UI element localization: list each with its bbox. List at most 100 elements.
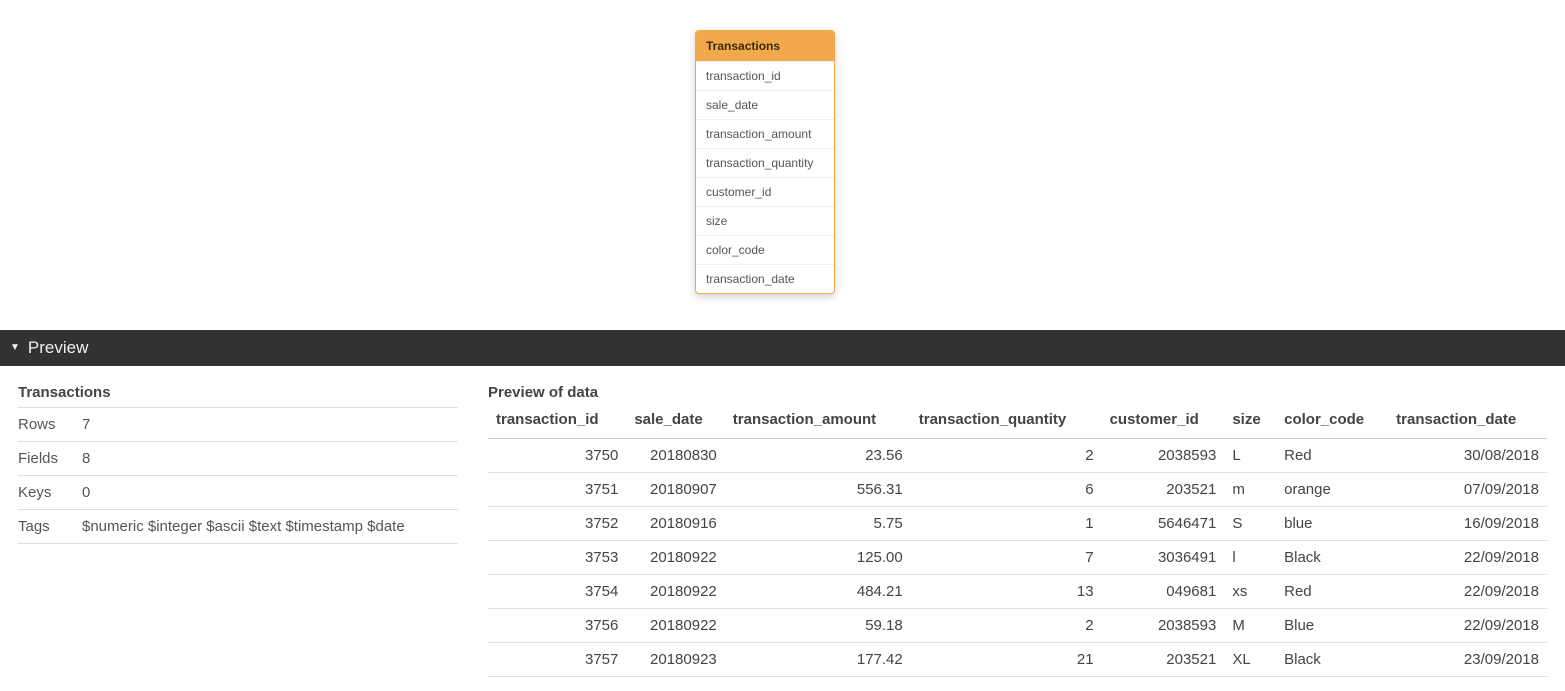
table-cell: 2038593 — [1102, 439, 1225, 473]
table-row[interactable]: 375420180922484.2113049681xsRed22/09/201… — [488, 575, 1547, 609]
table-row[interactable]: 375320180922125.0073036491lBlack22/09/20… — [488, 541, 1547, 575]
meta-row-tags: Tags $numeric $integer $ascii $text $tim… — [18, 509, 458, 544]
table-cell: Blue — [1276, 609, 1388, 643]
table-cell: 07/09/2018 — [1388, 473, 1547, 507]
column-header[interactable]: sale_date — [626, 405, 724, 439]
table-cell: 30/08/2018 — [1388, 439, 1547, 473]
meta-row-rows: Rows 7 — [18, 407, 458, 441]
table-cell: 125.00 — [725, 541, 911, 575]
table-cell: M — [1224, 609, 1276, 643]
table-cell: Black — [1276, 541, 1388, 575]
table-cell: 20180922 — [626, 541, 724, 575]
table-cell: 3752 — [488, 507, 626, 541]
table-cell: 2 — [911, 609, 1102, 643]
entity-field[interactable]: size — [696, 206, 834, 235]
entity-card-transactions[interactable]: Transactions transaction_idsale_datetran… — [695, 30, 835, 294]
table-cell: 1 — [911, 507, 1102, 541]
table-cell: 484.21 — [725, 575, 911, 609]
table-cell: 3753 — [488, 541, 626, 575]
table-cell: 23.56 — [725, 439, 911, 473]
table-cell: 20180922 — [626, 575, 724, 609]
table-cell: l — [1224, 541, 1276, 575]
preview-panel-header[interactable]: ▼ Preview — [0, 330, 1565, 366]
table-row[interactable]: 375720180923177.4221203521XLBlack23/09/2… — [488, 643, 1547, 677]
entity-field[interactable]: transaction_id — [696, 61, 834, 90]
table-cell: blue — [1276, 507, 1388, 541]
preview-panel-body: Transactions Rows 7 Fields 8 Keys 0 Tags… — [0, 366, 1565, 687]
table-cell: Black — [1276, 643, 1388, 677]
table-cell: L — [1224, 439, 1276, 473]
table-header-row: transaction_idsale_datetransaction_amoun… — [488, 405, 1547, 439]
entity-field[interactable]: transaction_date — [696, 264, 834, 293]
table-cell: 2038593 — [1102, 609, 1225, 643]
table-row[interactable]: 3752201809165.7515646471Sblue16/09/2018 — [488, 507, 1547, 541]
entity-field[interactable]: transaction_amount — [696, 119, 834, 148]
table-cell: xs — [1224, 575, 1276, 609]
table-cell: 3750 — [488, 439, 626, 473]
column-header[interactable]: transaction_id — [488, 405, 626, 439]
table-cell: 5.75 — [725, 507, 911, 541]
preview-data-panel: Preview of data transaction_idsale_datet… — [488, 384, 1547, 677]
table-cell: S — [1224, 507, 1276, 541]
meta-row-keys: Keys 0 — [18, 475, 458, 509]
table-cell: 2 — [911, 439, 1102, 473]
preview-meta-panel: Transactions Rows 7 Fields 8 Keys 0 Tags… — [18, 384, 458, 677]
meta-value: 0 — [82, 484, 458, 501]
table-cell: 3754 — [488, 575, 626, 609]
table-cell: 59.18 — [725, 609, 911, 643]
table-cell: 22/09/2018 — [1388, 541, 1547, 575]
table-cell: 20180907 — [626, 473, 724, 507]
column-header[interactable]: customer_id — [1102, 405, 1225, 439]
table-cell: 5646471 — [1102, 507, 1225, 541]
column-header[interactable]: size — [1224, 405, 1276, 439]
table-cell: Red — [1276, 439, 1388, 473]
table-cell: 21 — [911, 643, 1102, 677]
column-header[interactable]: transaction_date — [1388, 405, 1547, 439]
meta-value: 7 — [82, 416, 458, 433]
meta-label: Rows — [18, 416, 82, 433]
table-cell: 13 — [911, 575, 1102, 609]
model-canvas[interactable]: Transactions transaction_idsale_datetran… — [0, 0, 1565, 330]
table-cell: 556.31 — [725, 473, 911, 507]
table-cell: 22/09/2018 — [1388, 575, 1547, 609]
table-row[interactable]: 37562018092259.1822038593MBlue22/09/2018 — [488, 609, 1547, 643]
table-cell: 3036491 — [1102, 541, 1225, 575]
meta-row-fields: Fields 8 — [18, 441, 458, 475]
entity-field[interactable]: color_code — [696, 235, 834, 264]
table-cell: 177.42 — [725, 643, 911, 677]
table-cell: 20180923 — [626, 643, 724, 677]
table-row[interactable]: 37502018083023.5622038593LRed30/08/2018 — [488, 439, 1547, 473]
table-cell: 23/09/2018 — [1388, 643, 1547, 677]
column-header[interactable]: transaction_amount — [725, 405, 911, 439]
table-cell: 6 — [911, 473, 1102, 507]
table-cell: orange — [1276, 473, 1388, 507]
column-header[interactable]: transaction_quantity — [911, 405, 1102, 439]
table-cell: 3756 — [488, 609, 626, 643]
table-cell: 16/09/2018 — [1388, 507, 1547, 541]
preview-meta-title: Transactions — [18, 384, 458, 407]
column-header[interactable]: color_code — [1276, 405, 1388, 439]
table-cell: 203521 — [1102, 473, 1225, 507]
table-row[interactable]: 375120180907556.316203521morange07/09/20… — [488, 473, 1547, 507]
table-cell: 20180916 — [626, 507, 724, 541]
preview-panel-title: Preview — [28, 338, 88, 358]
entity-field[interactable]: sale_date — [696, 90, 834, 119]
meta-label: Tags — [18, 518, 82, 535]
table-cell: Red — [1276, 575, 1388, 609]
meta-label: Keys — [18, 484, 82, 501]
entity-card-title[interactable]: Transactions — [696, 31, 834, 61]
meta-label: Fields — [18, 450, 82, 467]
table-cell: m — [1224, 473, 1276, 507]
table-cell: 049681 — [1102, 575, 1225, 609]
table-cell: XL — [1224, 643, 1276, 677]
table-cell: 20180830 — [626, 439, 724, 473]
table-cell: 7 — [911, 541, 1102, 575]
table-cell: 22/09/2018 — [1388, 609, 1547, 643]
table-cell: 20180922 — [626, 609, 724, 643]
chevron-down-icon: ▼ — [10, 342, 20, 353]
entity-field[interactable]: customer_id — [696, 177, 834, 206]
entity-field[interactable]: transaction_quantity — [696, 148, 834, 177]
meta-value: $numeric $integer $ascii $text $timestam… — [82, 518, 458, 535]
table-cell: 3757 — [488, 643, 626, 677]
preview-data-title: Preview of data — [488, 384, 1547, 405]
